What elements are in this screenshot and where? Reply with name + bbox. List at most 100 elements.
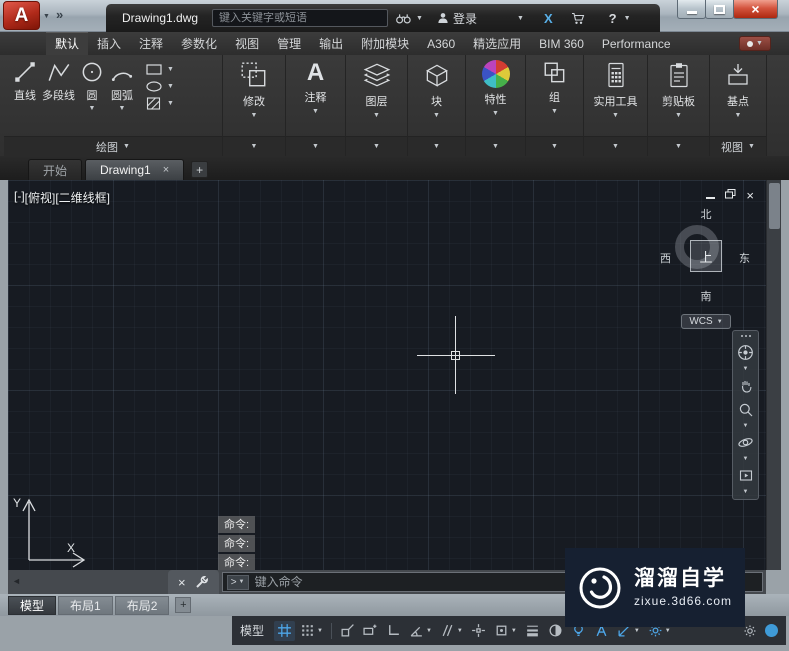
arc-tool-button[interactable]: 圆弧 ▼ — [109, 59, 135, 112]
rectangle-dropdown-icon[interactable]: ▼ — [167, 66, 174, 73]
doc-close-icon[interactable]: × — [746, 189, 754, 202]
block-button[interactable]: 块 ▼ — [422, 55, 452, 119]
isodraft-toggle[interactable]: ▼ — [437, 621, 466, 641]
sign-in-dropdown-icon[interactable]: ▼ — [517, 15, 524, 22]
doc-minimize-icon[interactable] — [706, 197, 716, 199]
lineweight-toggle[interactable] — [522, 621, 543, 641]
wcs-dropdown[interactable]: WCS ▼ — [681, 314, 731, 329]
grid-toggle[interactable] — [274, 620, 296, 641]
ribbon-tab-addins[interactable]: 附加模块 — [352, 32, 418, 55]
zoom-button[interactable] — [734, 398, 757, 421]
ribbon-tab-annotate[interactable]: 注释 — [130, 32, 172, 55]
object-snap-dropdown-icon[interactable]: ▼ — [511, 628, 517, 634]
ribbon-tab-a360[interactable]: A360 — [418, 32, 464, 55]
ribbon-tab-performance[interactable]: Performance — [593, 32, 680, 55]
polar-tracking-toggle[interactable]: ▼ — [406, 621, 435, 641]
ribbon-tab-parametric[interactable]: 参数化 — [172, 32, 226, 55]
navbar-grip[interactable] — [740, 335, 751, 337]
layers-panel-footer[interactable]: ▼ — [346, 136, 407, 156]
vertical-scrollbar-thumb[interactable] — [769, 183, 780, 229]
command-prompt-icon[interactable]: > ▼ — [226, 574, 249, 590]
close-button[interactable]: × — [733, 0, 778, 19]
help-button[interactable]: ? — [609, 11, 617, 26]
vertical-scrollbar[interactable] — [766, 180, 781, 570]
workspace-dropdown-icon[interactable]: ▼ — [665, 628, 671, 634]
utilities-button[interactable]: 实用工具 ▼ — [594, 55, 638, 119]
circle-dropdown-icon[interactable]: ▼ — [89, 105, 96, 112]
object-snap-toggle[interactable]: ▼ — [491, 621, 520, 641]
help-dropdown-icon[interactable]: ▼ — [624, 15, 631, 22]
snap-dropdown-icon[interactable]: ▼ — [317, 628, 323, 634]
groups-panel-footer[interactable]: ▼ — [526, 136, 583, 156]
minimize-button[interactable] — [677, 0, 706, 19]
navbar-more-dropdown-icon[interactable]: ▼ — [743, 489, 749, 495]
view-cube[interactable]: 北 上 西 东 南 WCS ▼ — [660, 206, 752, 329]
hatch-tool-button[interactable]: ▼ — [145, 97, 174, 110]
viewcube-west-label[interactable]: 西 — [660, 250, 671, 266]
layers-button[interactable]: 图层 ▼ — [362, 55, 392, 119]
sign-in-button[interactable]: 登录 — [453, 10, 477, 27]
dynamic-input-toggle[interactable] — [360, 621, 381, 641]
polyline-tool-button[interactable]: 多段线 — [42, 59, 75, 112]
circle-tool-button[interactable]: 圆 ▼ — [79, 59, 105, 112]
ribbon-tab-featured-apps[interactable]: 精选应用 — [464, 32, 530, 55]
file-tab-close-icon[interactable]: × — [163, 164, 169, 176]
maximize-button[interactable] — [705, 0, 734, 19]
annotation-panel-footer[interactable]: ▼ — [286, 136, 345, 156]
ellipse-tool-button[interactable]: ▼ — [145, 80, 174, 93]
viewport-view-control[interactable]: [俯视] — [25, 189, 56, 206]
ribbon-tab-manage[interactable]: 管理 — [268, 32, 310, 55]
command-close-icon[interactable]: × — [178, 575, 186, 590]
layout1-tab[interactable]: 布局1 — [58, 595, 113, 615]
isodraft-dropdown-icon[interactable]: ▼ — [457, 628, 463, 634]
polar-dropdown-icon[interactable]: ▼ — [426, 628, 432, 634]
rectangle-tool-button[interactable]: ▼ — [145, 63, 174, 76]
orbit-dropdown-icon[interactable]: ▼ — [743, 456, 749, 462]
modify-panel-footer[interactable]: ▼ — [223, 136, 285, 156]
pan-button[interactable] — [734, 374, 757, 397]
doc-restore-icon[interactable] — [725, 188, 736, 202]
app-menu-arrow-icon[interactable]: ▼ — [43, 13, 50, 20]
exchange-apps-icon[interactable]: X — [544, 11, 553, 26]
ribbon-tab-insert[interactable]: 插入 — [88, 32, 130, 55]
ribbon-tab-home[interactable]: 默认 — [46, 32, 89, 55]
search-dropdown-icon[interactable]: ▼ — [416, 15, 423, 22]
properties-panel-footer[interactable]: ▼ — [466, 136, 525, 156]
new-drawing-button[interactable]: + — [191, 161, 209, 178]
app-menu-button[interactable]: A — [3, 1, 40, 30]
viewport-visual-style-control[interactable]: [二维线框] — [55, 189, 110, 206]
annotation-scale-dropdown-icon[interactable]: ▼ — [634, 628, 640, 634]
zoom-dropdown-icon[interactable]: ▼ — [743, 423, 749, 429]
groups-button[interactable]: 组 ▼ — [542, 55, 568, 115]
clipboard-panel-footer[interactable]: ▼ — [648, 136, 709, 156]
start-file-tab[interactable]: 开始 — [28, 159, 83, 180]
drawing-canvas[interactable]: [-] [俯视] [二维线框] × 北 上 西 东 南 WCS ▼ ▼ ▼ ▼ … — [8, 180, 766, 570]
base-point-button[interactable]: 基点 ▼ — [724, 55, 752, 119]
object-snap-tracking-toggle[interactable] — [468, 621, 489, 641]
viewcube-south-label[interactable]: 南 — [660, 288, 752, 304]
modify-button[interactable]: 修改 ▼ — [239, 55, 269, 119]
viewcube-north-label[interactable]: 北 — [660, 206, 752, 222]
properties-button[interactable]: 特性 ▼ — [481, 55, 510, 117]
clipboard-button[interactable]: 剪贴板 ▼ — [662, 55, 695, 119]
ribbon-display-button[interactable]: ▼ — [739, 36, 771, 51]
draw-panel-footer[interactable]: 绘图 ▼ — [4, 136, 222, 156]
quick-access-overflow-icon[interactable]: » — [56, 7, 63, 22]
utilities-panel-footer[interactable]: ▼ — [584, 136, 647, 156]
command-customize-wrench-icon[interactable] — [195, 575, 209, 589]
arc-dropdown-icon[interactable]: ▼ — [119, 105, 126, 112]
view-panel-footer[interactable]: 视图 ▼ — [710, 136, 766, 156]
viewcube-east-label[interactable]: 东 — [739, 250, 750, 266]
wheel-dropdown-icon[interactable]: ▼ — [743, 366, 749, 372]
ellipse-dropdown-icon[interactable]: ▼ — [167, 83, 174, 90]
viewcube-top-face[interactable]: 上 — [690, 240, 722, 272]
transparency-toggle[interactable] — [545, 621, 566, 641]
ribbon-tab-view[interactable]: 视图 — [226, 32, 268, 55]
horizontal-scrollbar[interactable]: ◄ — [8, 570, 168, 594]
line-tool-button[interactable]: 直线 — [12, 59, 38, 112]
search-input[interactable] — [213, 12, 388, 24]
block-panel-footer[interactable]: ▼ — [408, 136, 465, 156]
annotation-button[interactable]: A 注释 ▼ — [305, 55, 327, 115]
hatch-dropdown-icon[interactable]: ▼ — [167, 100, 174, 107]
command-recent-dropdown-icon[interactable]: ▼ — [239, 579, 245, 585]
